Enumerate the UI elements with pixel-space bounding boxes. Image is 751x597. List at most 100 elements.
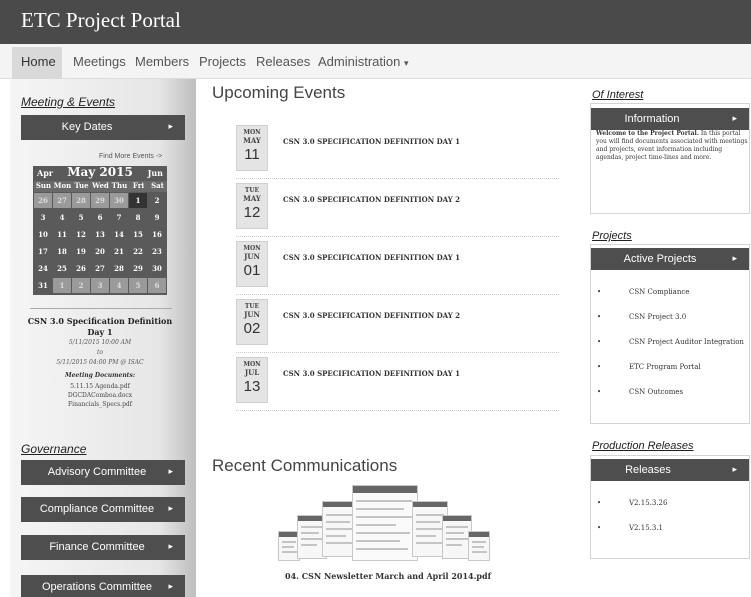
project-item-label: CSN Project 3.0 — [629, 313, 687, 321]
newsletter-thumbnail[interactable] — [278, 483, 490, 567]
calendar-day[interactable]: 28 — [110, 261, 128, 276]
nav-projects[interactable]: Projects — [199, 54, 246, 69]
calendar-day[interactable]: 3 — [34, 210, 52, 225]
calendar-day[interactable]: 16 — [148, 227, 166, 242]
bullet-icon: • — [597, 524, 602, 532]
bullet-icon: • — [597, 499, 602, 507]
calendar-day[interactable]: 15 — [129, 227, 147, 242]
nav-releases[interactable]: Releases — [256, 54, 310, 69]
calendar-day[interactable]: 13 — [91, 227, 109, 242]
bullet-icon: • — [597, 288, 602, 296]
calendar-day[interactable]: 25 — [53, 261, 71, 276]
calendar-day[interactable]: 3 — [91, 278, 109, 293]
calendar-day[interactable]: 12 — [72, 227, 90, 242]
calendar-day[interactable]: 8 — [129, 210, 147, 225]
find-more-events-link[interactable]: Find More Events -> — [99, 153, 162, 160]
calendar-day[interactable]: 2 — [72, 278, 90, 293]
meetings-events-heading[interactable]: Meeting & Events — [21, 95, 115, 109]
calendar-day[interactable]: 4 — [110, 278, 128, 293]
information-label: Information — [624, 113, 680, 125]
event-row[interactable]: MON JUN 01 CSN 3.0 SPECIFICATION DEFINIT… — [236, 241, 559, 295]
calendar-day[interactable]: 29 — [91, 193, 109, 208]
calendar-day[interactable]: 19 — [72, 244, 90, 259]
event-day: 01 — [243, 262, 261, 279]
nav-administration[interactable]: Administration ▾ — [318, 54, 409, 69]
calendar-day[interactable]: 9 — [148, 210, 166, 225]
of-interest-heading[interactable]: Of Interest — [592, 89, 643, 101]
chevron-right-icon: ▸ — [168, 466, 173, 476]
calendar-day[interactable]: 4 — [53, 210, 71, 225]
event-row[interactable]: MON MAY 11 CSN 3.0 SPECIFICATION DEFINIT… — [236, 125, 559, 179]
chevron-right-icon: ▸ — [732, 113, 737, 123]
calendar-day[interactable]: 2 — [148, 193, 166, 208]
calendar-day[interactable]: 10 — [34, 227, 52, 242]
calendar-day[interactable]: 27 — [91, 261, 109, 276]
key-dates-button[interactable]: Key Dates ▸ — [21, 115, 185, 140]
calendar-day[interactable]: 30 — [148, 261, 166, 276]
production-releases-heading[interactable]: Production Releases — [592, 440, 694, 452]
event-name[interactable]: CSN 3.0 SPECIFICATION DEFINITION DAY 2 — [283, 195, 460, 204]
nav-home[interactable]: Home — [12, 47, 62, 79]
calendar-day[interactable]: 6 — [91, 210, 109, 225]
event-name[interactable]: CSN 3.0 SPECIFICATION DEFINITION DAY 2 — [283, 311, 460, 320]
projects-heading[interactable]: Projects — [592, 230, 632, 242]
calendar-day[interactable]: 26 — [72, 261, 90, 276]
calendar-day[interactable]: 1 — [129, 193, 147, 208]
calendar-day[interactable]: 18 — [53, 244, 71, 259]
chevron-right-icon: ▸ — [168, 581, 173, 591]
releases-button[interactable]: Releases ▸ — [591, 459, 749, 481]
event-row[interactable]: TUE MAY 12 CSN 3.0 SPECIFICATION DEFINIT… — [236, 183, 559, 237]
advisory-committee-button[interactable]: Advisory Committee ▸ — [21, 460, 185, 485]
calendar-day[interactable]: 27 — [53, 193, 71, 208]
calendar-day[interactable]: 31 — [34, 278, 52, 293]
event-month: MAY — [243, 136, 261, 145]
nav-meetings[interactable]: Meetings — [73, 54, 126, 69]
finance-committee-button[interactable]: Finance Committee ▸ — [21, 535, 185, 560]
key-dates-label: Key Dates — [61, 121, 113, 133]
compliance-committee-button[interactable]: Compliance Committee ▸ — [21, 497, 185, 522]
event-row[interactable]: TUE JUN 02 CSN 3.0 SPECIFICATION DEFINIT… — [236, 299, 559, 353]
calendar-day[interactable]: 1 — [53, 278, 71, 293]
calendar-day[interactable]: 11 — [53, 227, 71, 242]
event-name[interactable]: CSN 3.0 SPECIFICATION DEFINITION DAY 1 — [283, 369, 460, 378]
calendar-next-month[interactable]: Jun — [148, 168, 163, 178]
calendar-day[interactable]: 29 — [129, 261, 147, 276]
information-button[interactable]: Information ▸ — [591, 108, 749, 130]
calendar-day[interactable]: 14 — [110, 227, 128, 242]
app-title[interactable]: ETC Project Portal — [21, 8, 181, 33]
meeting-document-link[interactable]: 5.11.15 Agenda.pdf — [20, 382, 180, 391]
calendar-day[interactable]: 20 — [91, 244, 109, 259]
calendar-day[interactable]: 5 — [72, 210, 90, 225]
meeting-document-link[interactable]: Financials_Specs.pdf — [20, 400, 180, 409]
calendar-day[interactable]: 30 — [110, 193, 128, 208]
operations-committee-button[interactable]: Operations Committee ▸ — [21, 575, 185, 597]
event-name[interactable]: CSN 3.0 SPECIFICATION DEFINITION DAY 1 — [283, 137, 460, 146]
chevron-right-icon: ▸ — [168, 503, 173, 513]
event-month: JUN — [244, 310, 260, 319]
newsletter-caption[interactable]: 04. CSN Newsletter March and April 2014.… — [285, 571, 491, 581]
selected-event-start: 5/11/2015 10:00 AM — [68, 339, 132, 346]
calendar-day[interactable]: 21 — [110, 244, 128, 259]
calendar-day[interactable]: 7 — [110, 210, 128, 225]
calendar-day[interactable]: 22 — [129, 244, 147, 259]
event-day: 11 — [244, 146, 260, 163]
calendar-day-of-week: Sat — [148, 181, 167, 192]
calendar-day[interactable]: 24 — [34, 261, 52, 276]
calendar-day[interactable]: 26 — [34, 193, 52, 208]
governance-heading[interactable]: Governance — [21, 442, 86, 456]
calendar-day[interactable]: 5 — [129, 278, 147, 293]
selected-event-title[interactable]: CSN 3.0 Specification Definition Day 1 — [20, 316, 180, 338]
calendar-day[interactable]: 23 — [148, 244, 166, 259]
meeting-document-link[interactable]: DGCDAComboa.docx — [20, 391, 180, 400]
selected-event-to: to — [96, 349, 104, 356]
event-date-badge: MON JUL 13 — [236, 357, 268, 403]
nav-members[interactable]: Members — [135, 54, 189, 69]
calendar-day[interactable]: 6 — [148, 278, 166, 293]
bullet-icon: • — [597, 313, 602, 321]
event-name[interactable]: CSN 3.0 SPECIFICATION DEFINITION DAY 1 — [283, 253, 460, 262]
active-projects-button[interactable]: Active Projects ▸ — [591, 248, 749, 270]
calendar-day[interactable]: 28 — [72, 193, 90, 208]
calendar-day[interactable]: 17 — [34, 244, 52, 259]
calendar-header: Apr May 2015 Jun — [33, 165, 167, 180]
event-row[interactable]: MON JUL 13 CSN 3.0 SPECIFICATION DEFINIT… — [236, 357, 559, 411]
